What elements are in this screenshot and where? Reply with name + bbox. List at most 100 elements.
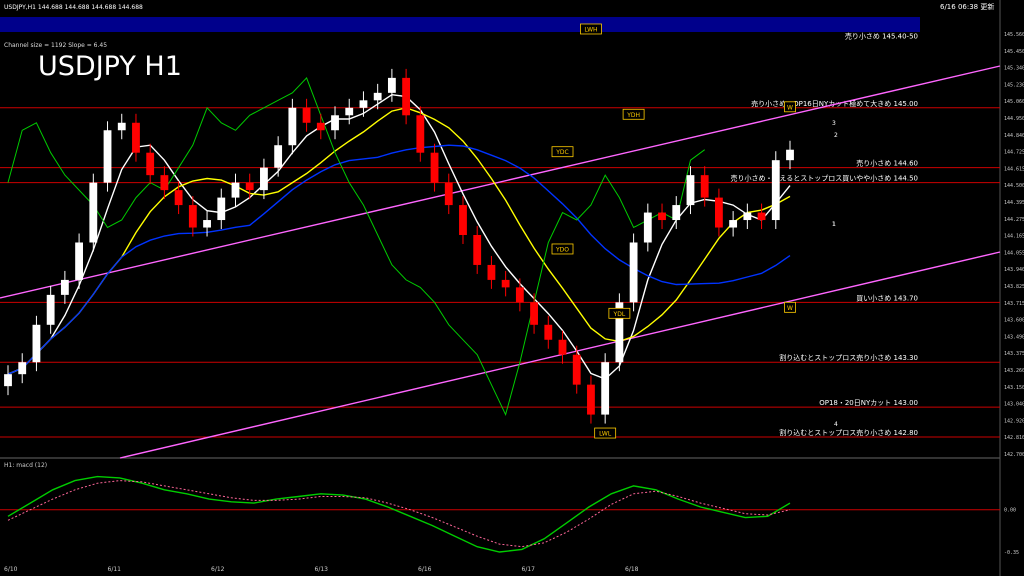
candle-body xyxy=(572,354,581,385)
candle-body xyxy=(18,362,27,375)
candle-body xyxy=(629,242,638,303)
channel-number: 4 xyxy=(834,421,838,428)
price-tick-label: 142.920 xyxy=(1004,418,1024,424)
macd-tick-label: -0.35 xyxy=(1004,550,1019,556)
marker-label: W xyxy=(787,305,793,312)
candle-body xyxy=(117,122,126,131)
time-tick-label: 6/16 xyxy=(418,566,432,573)
candle-body xyxy=(60,279,69,295)
time-tick-label: 6/17 xyxy=(522,566,536,573)
price-tick-label: 144.275 xyxy=(1004,217,1024,223)
level-annotation: 売り小さめ 145.40-50 xyxy=(845,31,918,40)
candle-body xyxy=(700,175,709,198)
candle-body xyxy=(387,77,396,93)
candle-body xyxy=(274,145,283,168)
candle-body xyxy=(672,205,681,221)
candle-body xyxy=(402,77,411,116)
price-tick-label: 143.940 xyxy=(1004,267,1024,273)
marker-label: LWL xyxy=(599,431,612,438)
candle-body xyxy=(245,182,254,191)
chart-background xyxy=(0,0,1024,576)
price-tick-label: 143.825 xyxy=(1004,284,1024,290)
chart-canvas: USDJPY,H1 144.688 144.688 144.688 144.68… xyxy=(0,0,1024,576)
candle-body xyxy=(89,182,98,243)
marker-label: YDL xyxy=(613,311,626,318)
macd-label: H1: macd (12) xyxy=(4,462,47,469)
chart-big-title: USDJPY H1 xyxy=(38,51,182,82)
marker-label: W xyxy=(787,104,793,111)
candle-body xyxy=(260,167,268,191)
candle-body xyxy=(515,287,524,303)
candle-body xyxy=(544,324,553,340)
candle-body xyxy=(729,220,738,228)
price-tick-label: 145.060 xyxy=(1004,99,1024,105)
candle-body xyxy=(217,197,226,221)
candle-body xyxy=(786,149,794,161)
channel-info: Channel size = 1192 Slope = 6.45 xyxy=(4,42,107,49)
symbol-line: USDJPY,H1 144.688 144.688 144.688 144.68… xyxy=(4,4,143,11)
level-annotation: 割り込むとストップロス売り小さめ 142.80 xyxy=(779,428,918,437)
candle-body xyxy=(174,190,183,206)
price-tick-label: 144.055 xyxy=(1004,250,1024,256)
candle-body xyxy=(430,152,439,183)
candle-body xyxy=(46,294,55,325)
candle-body xyxy=(658,212,666,221)
candle-body xyxy=(203,220,211,228)
price-tick-label: 144.500 xyxy=(1004,183,1024,189)
candle-body xyxy=(32,324,41,363)
channel-number: 3 xyxy=(832,120,836,127)
timestamp: 6/16 06:38 更新 xyxy=(940,2,994,11)
price-tick-label: 144.615 xyxy=(1004,166,1024,172)
price-tick-label: 145.230 xyxy=(1004,82,1024,88)
candle-body xyxy=(771,160,780,221)
level-annotation: 割り込むとストップロス売り小さめ 143.30 xyxy=(779,353,918,362)
candle-body xyxy=(643,212,652,243)
candle-body xyxy=(530,302,538,325)
candle-body xyxy=(714,197,723,228)
level-annotation: 売り小さめ、OP16日NYカット極めて大きめ 145.00 xyxy=(751,99,918,108)
marker-label: LWH xyxy=(584,26,597,33)
price-tick-label: 145.340 xyxy=(1004,66,1024,72)
candle-body xyxy=(359,100,368,108)
price-tick-label: 143.260 xyxy=(1004,368,1024,374)
candle-body xyxy=(459,205,467,236)
price-tick-label: 143.375 xyxy=(1004,351,1024,357)
marker-label: YDC xyxy=(555,149,568,156)
candle-body xyxy=(473,235,482,265)
macd-tick-label: 0.00 xyxy=(1004,508,1016,514)
candle-body xyxy=(416,115,425,153)
time-tick-label: 6/10 xyxy=(4,566,18,573)
price-tick-label: 144.950 xyxy=(1004,116,1024,122)
candle-body xyxy=(160,175,169,191)
candle-body xyxy=(501,279,510,288)
channel-number: 2 xyxy=(834,132,838,139)
candle-body xyxy=(345,107,354,116)
candle-body xyxy=(601,362,610,415)
candle-body xyxy=(373,92,382,101)
marker-label: YDO xyxy=(555,246,569,253)
price-tick-label: 143.040 xyxy=(1004,402,1024,408)
price-tick-label: 145.450 xyxy=(1004,49,1024,55)
candle-body xyxy=(302,107,311,123)
level-annotation: 買い小さめ 143.70 xyxy=(856,293,918,302)
price-tick-label: 143.715 xyxy=(1004,301,1024,307)
price-tick-label: 142.810 xyxy=(1004,435,1024,441)
candle-body xyxy=(487,264,496,280)
price-tick-label: 142.700 xyxy=(1004,452,1024,458)
price-tick-label: 143.600 xyxy=(1004,318,1024,324)
candle-body xyxy=(558,339,567,355)
candle-body xyxy=(75,242,84,280)
price-tick-label: 144.395 xyxy=(1004,200,1024,206)
time-tick-label: 6/13 xyxy=(315,566,329,573)
time-tick-label: 6/11 xyxy=(108,566,122,573)
price-tick-label: 144.725 xyxy=(1004,150,1024,156)
price-tick-label: 145.560 xyxy=(1004,32,1024,38)
candle-body xyxy=(587,384,595,415)
price-tick-label: 143.150 xyxy=(1004,385,1024,391)
level-annotation: 売り小さめ・超えるとストップロス買いやや小さめ 144.50 xyxy=(730,174,918,183)
candle-body xyxy=(444,182,453,206)
time-tick-label: 6/12 xyxy=(211,566,225,573)
marker-label: YDH xyxy=(626,112,640,119)
candle-body xyxy=(331,115,339,131)
price-tick-label: 144.165 xyxy=(1004,234,1024,240)
